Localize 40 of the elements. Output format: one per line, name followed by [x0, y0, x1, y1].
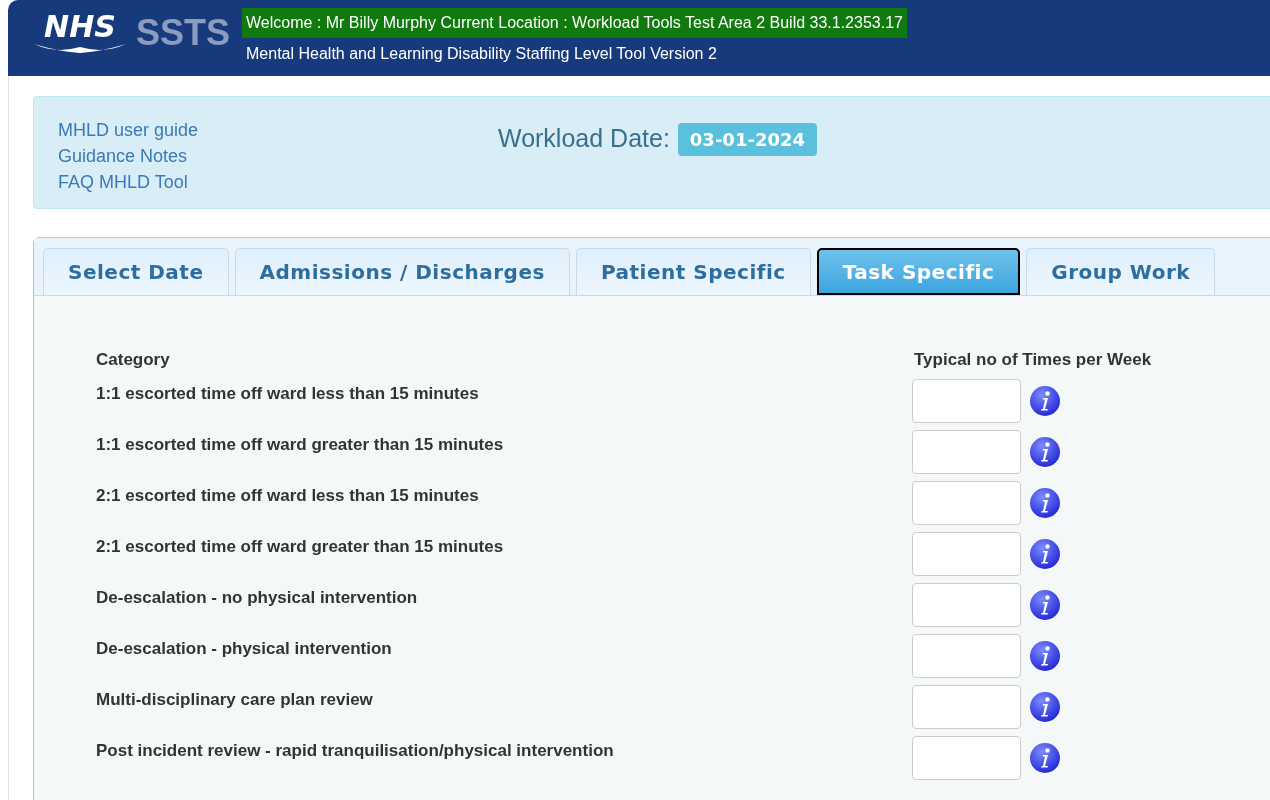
workload-date-badge: 03-01-2024	[677, 122, 817, 156]
swoosh-icon	[32, 42, 128, 54]
info-icon[interactable]	[1029, 691, 1061, 723]
category-label: De-escalation - physical intervention	[96, 638, 393, 660]
tab[interactable]: Select Date	[43, 248, 229, 295]
tab[interactable]: Patient Specific	[575, 248, 811, 295]
welcome-text: Welcome : Mr Billy Murphy Current Location : Workload Tools Test Area 2 Build 33.1.2353.17	[242, 8, 907, 38]
column-header: Category	[96, 349, 171, 372]
times-input[interactable]	[912, 685, 1021, 729]
times-input[interactable]	[912, 583, 1021, 627]
guide-link[interactable]: MHLD user guide	[58, 117, 199, 143]
column-header: Typical no of Times per Week	[914, 349, 1152, 372]
category-label: 1:1 escorted time off ward less than 15 minutes	[96, 383, 480, 405]
category-label: Post incident review - rapid tranquilisation/physical intervention	[96, 740, 615, 762]
guide-link[interactable]: FAQ MHLD Tool	[58, 169, 188, 195]
times-input[interactable]	[912, 481, 1021, 525]
category-label: Multi-disciplinary care plan review	[96, 689, 374, 711]
guide-link[interactable]: Guidance Notes	[58, 143, 188, 169]
logo-text: NHS	[44, 12, 116, 42]
times-input[interactable]	[912, 736, 1021, 780]
info-icon[interactable]	[1029, 589, 1061, 621]
category-label: De-escalation - no physical intervention	[96, 587, 419, 609]
info-icon[interactable]	[1029, 640, 1061, 672]
info-icon[interactable]	[1029, 538, 1061, 570]
category-label: 2:1 escorted time off ward less than 15 minutes	[96, 485, 480, 507]
times-input[interactable]	[912, 634, 1021, 678]
tab[interactable]: Admissions / Discharges	[234, 248, 570, 295]
times-input[interactable]	[912, 430, 1021, 474]
times-input[interactable]	[912, 379, 1021, 423]
tool-title: Mental Health and Learning Disability Staffing Level Tool Version 2	[245, 44, 718, 64]
info-icon[interactable]	[1029, 742, 1061, 774]
category-label: 1:1 escorted time off ward greater than 15 minutes	[96, 434, 505, 456]
workload-date-label: Workload Date:	[498, 123, 670, 155]
category-label: 2:1 escorted time off ward greater than 15 minutes	[96, 536, 505, 558]
times-input[interactable]	[912, 532, 1021, 576]
info-icon[interactable]	[1029, 436, 1061, 468]
info-icon[interactable]	[1029, 385, 1061, 417]
info-icon[interactable]	[1029, 487, 1061, 519]
tab[interactable]: Group Work	[1026, 248, 1216, 295]
product-name: SSTS	[136, 15, 231, 51]
